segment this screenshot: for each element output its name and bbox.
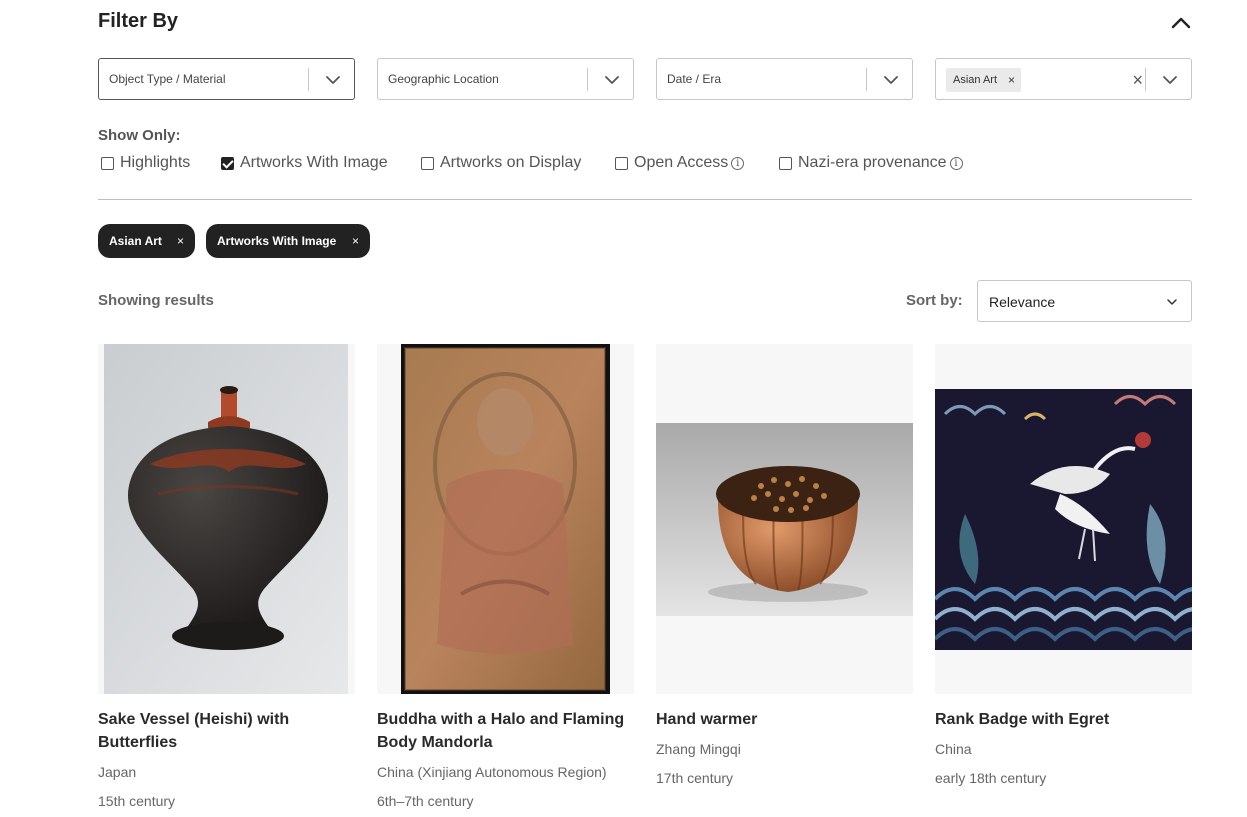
chevron-up-icon xyxy=(1171,17,1191,29)
select-divider xyxy=(308,68,309,91)
artwork-date: 17th century xyxy=(656,770,734,786)
checkbox-box[interactable] xyxy=(779,157,792,170)
remove-filter-icon[interactable]: × xyxy=(177,224,184,258)
chevron-down-icon[interactable] xyxy=(603,72,621,88)
date-era-placeholder: Date / Era xyxy=(667,72,722,86)
filter-title: Filter By xyxy=(98,10,179,32)
artwork-date: 6th–7th century xyxy=(377,793,474,809)
checkbox-label: Open Access xyxy=(634,154,729,171)
artwork-title[interactable]: Buddha with a Halo and Flaming Body Mand… xyxy=(377,708,634,754)
remove-chip-icon[interactable]: × xyxy=(1008,68,1015,92)
select-divider xyxy=(1145,68,1146,91)
sort-by-label: Sort by: xyxy=(906,292,963,309)
artwork-origin: Japan xyxy=(98,764,137,780)
sort-value: Relevance xyxy=(989,294,1056,310)
geographic-location-select[interactable]: Geographic Location xyxy=(377,58,634,100)
pill-label: Asian Art xyxy=(109,234,162,248)
clear-selection-icon[interactable]: × xyxy=(1132,70,1143,91)
remove-filter-icon[interactable]: × xyxy=(352,224,359,258)
info-icon[interactable]: i xyxy=(731,157,745,170)
artwork-image[interactable] xyxy=(98,344,355,694)
geographic-location-placeholder: Geographic Location xyxy=(388,72,499,86)
artwork-title[interactable]: Hand warmer xyxy=(656,708,913,731)
department-select[interactable]: Asian Art × × xyxy=(935,58,1192,100)
chevron-down-icon[interactable] xyxy=(1161,72,1179,88)
artwork-card[interactable]: Rank Badge with Egret China early 18th c… xyxy=(935,344,1192,789)
pill-label: Artworks With Image xyxy=(217,234,337,248)
select-divider xyxy=(587,68,588,91)
artwork-card[interactable]: Hand warmer Zhang Mingqi 17th century xyxy=(656,344,913,789)
showing-results-label: Showing results xyxy=(98,292,214,309)
artwork-maker: Zhang Mingqi xyxy=(656,741,741,757)
chevron-down-icon[interactable] xyxy=(324,72,342,88)
chevron-down-icon xyxy=(1167,299,1177,305)
selected-department-chip: Asian Art × xyxy=(946,68,1022,92)
object-type-placeholder: Object Type / Material xyxy=(109,72,226,86)
show-only-label: Show Only: xyxy=(98,127,181,144)
artwork-card[interactable]: Buddha with a Halo and Flaming Body Mand… xyxy=(377,344,634,812)
select-divider xyxy=(866,68,867,91)
artwork-title[interactable]: Sake Vessel (Heishi) with Butterflies xyxy=(98,708,355,754)
artwork-title[interactable]: Rank Badge with Egret xyxy=(935,708,1192,731)
chevron-down-icon[interactable] xyxy=(882,72,900,88)
artwork-image[interactable] xyxy=(935,344,1192,694)
divider xyxy=(98,199,1192,200)
artwork-date: 15th century xyxy=(98,793,176,809)
checkbox-box[interactable] xyxy=(421,157,434,170)
active-filter-pill[interactable]: Asian Art × xyxy=(98,224,195,258)
active-filter-pill[interactable]: Artworks With Image × xyxy=(206,224,370,258)
painted-wood-panel-icon xyxy=(401,344,610,694)
date-era-select[interactable]: Date / Era xyxy=(656,58,913,100)
artwork-origin: China (Xinjiang Autonomous Region) xyxy=(377,764,607,780)
checkbox-label-wrap: Open Access i xyxy=(634,154,745,172)
artwork-origin: China xyxy=(935,741,972,757)
artwork-date: early 18th century xyxy=(935,770,1047,786)
selected-department-label: Asian Art xyxy=(953,74,998,86)
black-lacquer-vessel-icon xyxy=(104,344,348,694)
checkbox-label: Highlights xyxy=(120,154,191,171)
sort-select[interactable]: Relevance xyxy=(977,280,1192,322)
checkbox-box-checked[interactable] xyxy=(221,157,234,170)
artwork-image[interactable] xyxy=(656,344,913,694)
checkbox-label-wrap: Nazi-era provenance i xyxy=(798,154,963,172)
checkbox-box[interactable] xyxy=(615,157,628,170)
embroidered-egret-badge-icon xyxy=(935,389,1192,650)
object-type-select[interactable]: Object Type / Material xyxy=(98,58,355,100)
artwork-image[interactable] xyxy=(377,344,634,694)
info-icon[interactable]: i xyxy=(949,157,963,170)
checkbox-box[interactable] xyxy=(101,157,114,170)
checkbox-label: Artworks With Image xyxy=(240,154,388,171)
checkbox-label: Nazi-era provenance xyxy=(798,154,947,171)
copper-lobed-pot-icon xyxy=(656,423,913,616)
artwork-card[interactable]: Sake Vessel (Heishi) with Butterflies Ja… xyxy=(98,344,355,812)
collapse-filters-button[interactable] xyxy=(1168,10,1194,34)
checkbox-label: Artworks on Display xyxy=(440,154,582,171)
